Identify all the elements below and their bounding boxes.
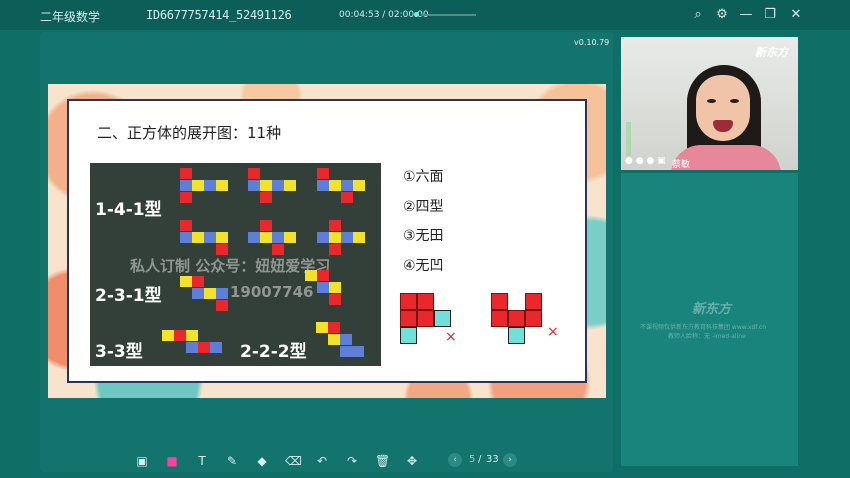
current-page: 5 <box>469 454 476 465</box>
settings-icon[interactable]: ⚙ <box>714 7 730 23</box>
chat-panel <box>621 173 798 466</box>
watermark-text: 私人订制 公众号：妞妞爱学习 <box>130 257 331 275</box>
title-bar: 二年级数学 ID6677757414_52491126 00:04:53 / 0… <box>0 0 850 30</box>
redo-icon[interactable]: ↷ <box>345 451 359 471</box>
prev-page-button[interactable]: ‹ <box>448 453 462 467</box>
volume-meter <box>626 122 631 156</box>
chat-watermark-note: 教师人脸称：无 -imed-aline <box>668 333 746 340</box>
mic-camera-icons: ● ● ● ▣ <box>625 156 666 166</box>
brand-logo: 新东方 <box>755 46 788 59</box>
color-icon[interactable]: ■ <box>165 451 179 471</box>
total-pages: 33 <box>486 454 499 465</box>
slide-heading: 二、正方体的展开图：11种 <box>97 124 282 142</box>
version-label: v0.10.79 <box>574 38 610 47</box>
eraser-icon[interactable]: ⌫ <box>285 451 302 471</box>
minimize-icon[interactable]: — <box>738 7 754 23</box>
save-icon[interactable]: ▣ <box>135 451 149 471</box>
text-icon[interactable]: T <box>195 451 209 471</box>
cube-net-rules: ①六面 ②四型 ③无田 ④无凹 <box>403 163 444 281</box>
page-separator: / <box>478 454 482 465</box>
playback-progress-bar[interactable] <box>421 14 476 16</box>
delete-icon[interactable]: 🗑 <box>375 451 390 471</box>
chat-watermark-logo: 新东方 <box>692 302 732 317</box>
zoom-icon[interactable]: ⌕ <box>690 7 706 23</box>
teacher-name: 蔡敏 <box>672 160 691 170</box>
rule-four-types: ②四型 <box>403 198 444 215</box>
next-page-button[interactable]: › <box>503 453 517 467</box>
playback-progress-handle[interactable] <box>414 12 419 17</box>
move-icon[interactable]: ✥ <box>405 451 419 471</box>
chat-watermark-note: 不课视频仅供新东方教育科技集团 www.xdf.cn <box>640 324 767 331</box>
type-label-231: 2-3-1型 <box>95 286 162 306</box>
rule-no-concave: ④无凹 <box>403 257 444 274</box>
invalid-mark: × <box>445 329 457 345</box>
watermark-number: 19007746 <box>230 283 314 301</box>
type-label-141: 1-4-1型 <box>95 200 162 220</box>
session-id: ID6677757414_52491126 <box>146 8 292 22</box>
pen-icon[interactable]: ✎ <box>225 451 239 471</box>
highlighter-icon[interactable]: ◆ <box>255 451 269 471</box>
rule-no-square: ③无田 <box>403 228 444 244</box>
undo-icon[interactable]: ↶ <box>315 451 329 471</box>
course-title: 二年级数学 <box>40 10 101 24</box>
invalid-mark: × <box>547 324 559 340</box>
type-label-222: 2-2-2型 <box>240 342 307 362</box>
close-icon[interactable]: ✕ <box>788 7 804 23</box>
type-label-33: 3-3型 <box>95 342 143 362</box>
restore-icon[interactable]: ❐ <box>762 7 778 23</box>
rule-six-faces: ①六面 <box>403 169 444 185</box>
